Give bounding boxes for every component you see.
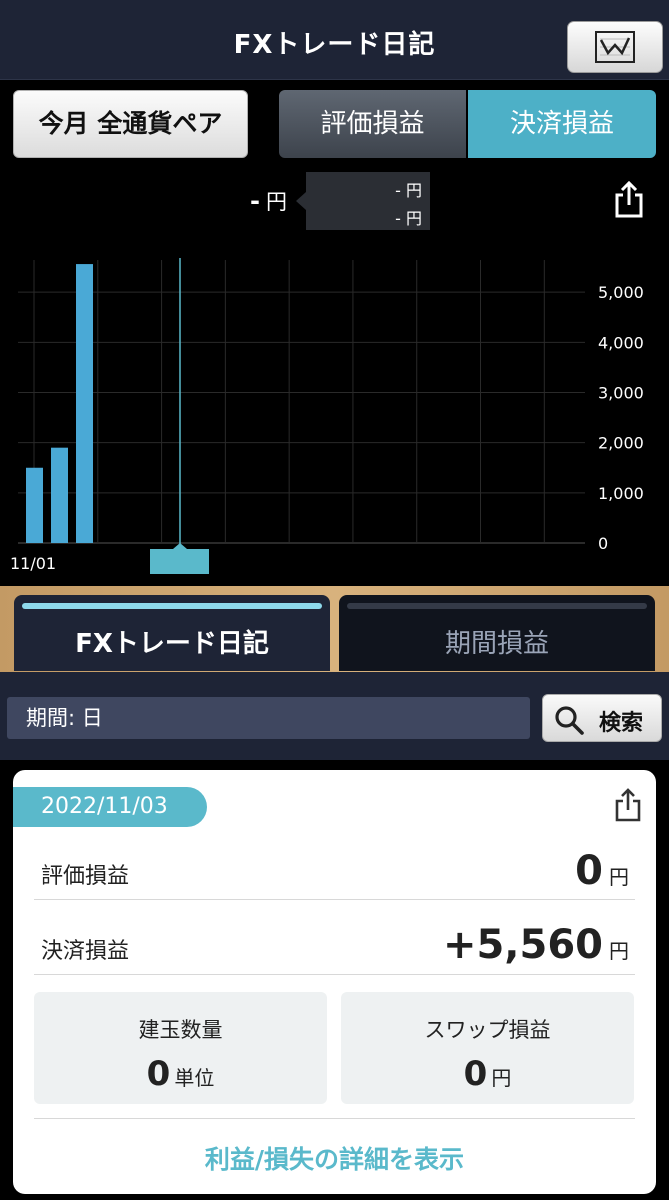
show-pl-details-link[interactable]: 利益/損失の詳細を表示 <box>13 1140 656 1176</box>
tab-active-indicator <box>22 603 322 609</box>
realized-pl-label: 決済損益 <box>41 939 130 964</box>
period-select[interactable]: 期間: 日 <box>7 697 530 739</box>
divider <box>34 899 635 900</box>
realized-pl-value: +5,560 円 <box>443 922 629 968</box>
line-chart-icon <box>595 31 635 63</box>
positions-label: 建玉数量 <box>138 1018 223 1042</box>
positions-value: 0 単位 <box>34 1054 327 1094</box>
divider <box>34 974 635 975</box>
unrealized-pl-amount: 0 <box>575 848 603 894</box>
share-icon <box>615 788 641 822</box>
search-icon <box>555 706 584 735</box>
chart-share-button[interactable] <box>612 180 646 222</box>
y-tick-label: 0 <box>598 534 608 553</box>
realized-pl-unit: 円 <box>609 939 629 963</box>
unrealized-pl-unit: 円 <box>609 865 629 889</box>
bar-11/01[interactable] <box>26 467 43 543</box>
card-share-button[interactable] <box>613 787 643 827</box>
tab-indicator <box>347 603 647 609</box>
chart-view-button[interactable] <box>567 21 663 73</box>
tab-label: 期間損益 <box>444 629 549 659</box>
tab-label: FXトレード日記 <box>75 629 269 659</box>
swap-pl-unit: 円 <box>491 1066 512 1090</box>
swap-pl-box: スワップ損益 0円 <box>341 992 634 1104</box>
search-button-label: 検索 <box>599 711 644 736</box>
unrealized-pl-value: 0円 <box>575 848 629 894</box>
tooltip-row: - 円 <box>395 177 422 201</box>
chart-cursor-pointer <box>173 543 187 549</box>
search-button[interactable]: 検索 <box>542 694 662 742</box>
tab-period-pl[interactable]: 期間損益 <box>339 595 655 671</box>
chart-tooltip: - 円 - 円 <box>296 172 430 230</box>
app-header: FXトレード日記 <box>0 0 669 80</box>
y-tick-label: 4,000 <box>598 333 644 352</box>
chart-scroll-handle[interactable] <box>150 549 209 574</box>
positions-unit: 単位 <box>174 1066 215 1090</box>
tooltip-unit: 円 <box>405 209 422 228</box>
y-tick-label: 2,000 <box>598 434 644 453</box>
selected-value: -円 <box>250 186 287 216</box>
selected-value-amount: - <box>250 187 260 215</box>
tooltip-unit: 円 <box>405 181 422 200</box>
selected-value-unit: 円 <box>265 190 287 214</box>
positions-amount: 0 <box>146 1054 171 1094</box>
date-badge: 2022/11/03 <box>13 787 207 827</box>
tooltip-row: - 円 <box>395 205 422 229</box>
segment-realized-pl[interactable]: 決済損益 <box>468 90 656 158</box>
segment-unrealized-pl[interactable]: 評価損益 <box>279 90 466 158</box>
divider <box>34 1118 635 1119</box>
tooltip-value: - <box>395 209 401 228</box>
tab-fx-trade-diary[interactable]: FXトレード日記 <box>14 595 330 671</box>
tooltip-value: - <box>395 181 401 200</box>
positions-box: 建玉数量 0 単位 <box>34 992 327 1104</box>
y-tick-label: 5,000 <box>598 283 644 302</box>
x-tick-label: 11/01 <box>10 554 56 573</box>
bar-11/03[interactable] <box>76 264 93 543</box>
realized-pl-amount: +5,560 <box>442 922 603 968</box>
daily-summary-card: 2022/11/03 評価損益 0円 決済損益 +5,560 円 建玉数量 0 単位… <box>13 770 656 1194</box>
unrealized-pl-label: 評価損益 <box>41 864 130 889</box>
swap-pl-label: スワップ損益 <box>424 1018 551 1042</box>
pl-bar-chart[interactable]: 0 1,000 2,000 3,000 4,000 5,000 11/01 <box>0 248 669 584</box>
y-tick-label: 3,000 <box>598 384 644 403</box>
swap-pl-amount: 0 <box>463 1054 488 1094</box>
share-icon <box>615 180 643 218</box>
bar-11/02[interactable] <box>51 447 68 543</box>
y-tick-label: 1,000 <box>598 484 644 503</box>
period-filter-button[interactable]: 今月 全通貨ペア <box>13 90 248 158</box>
swap-pl-value: 0円 <box>341 1054 634 1094</box>
